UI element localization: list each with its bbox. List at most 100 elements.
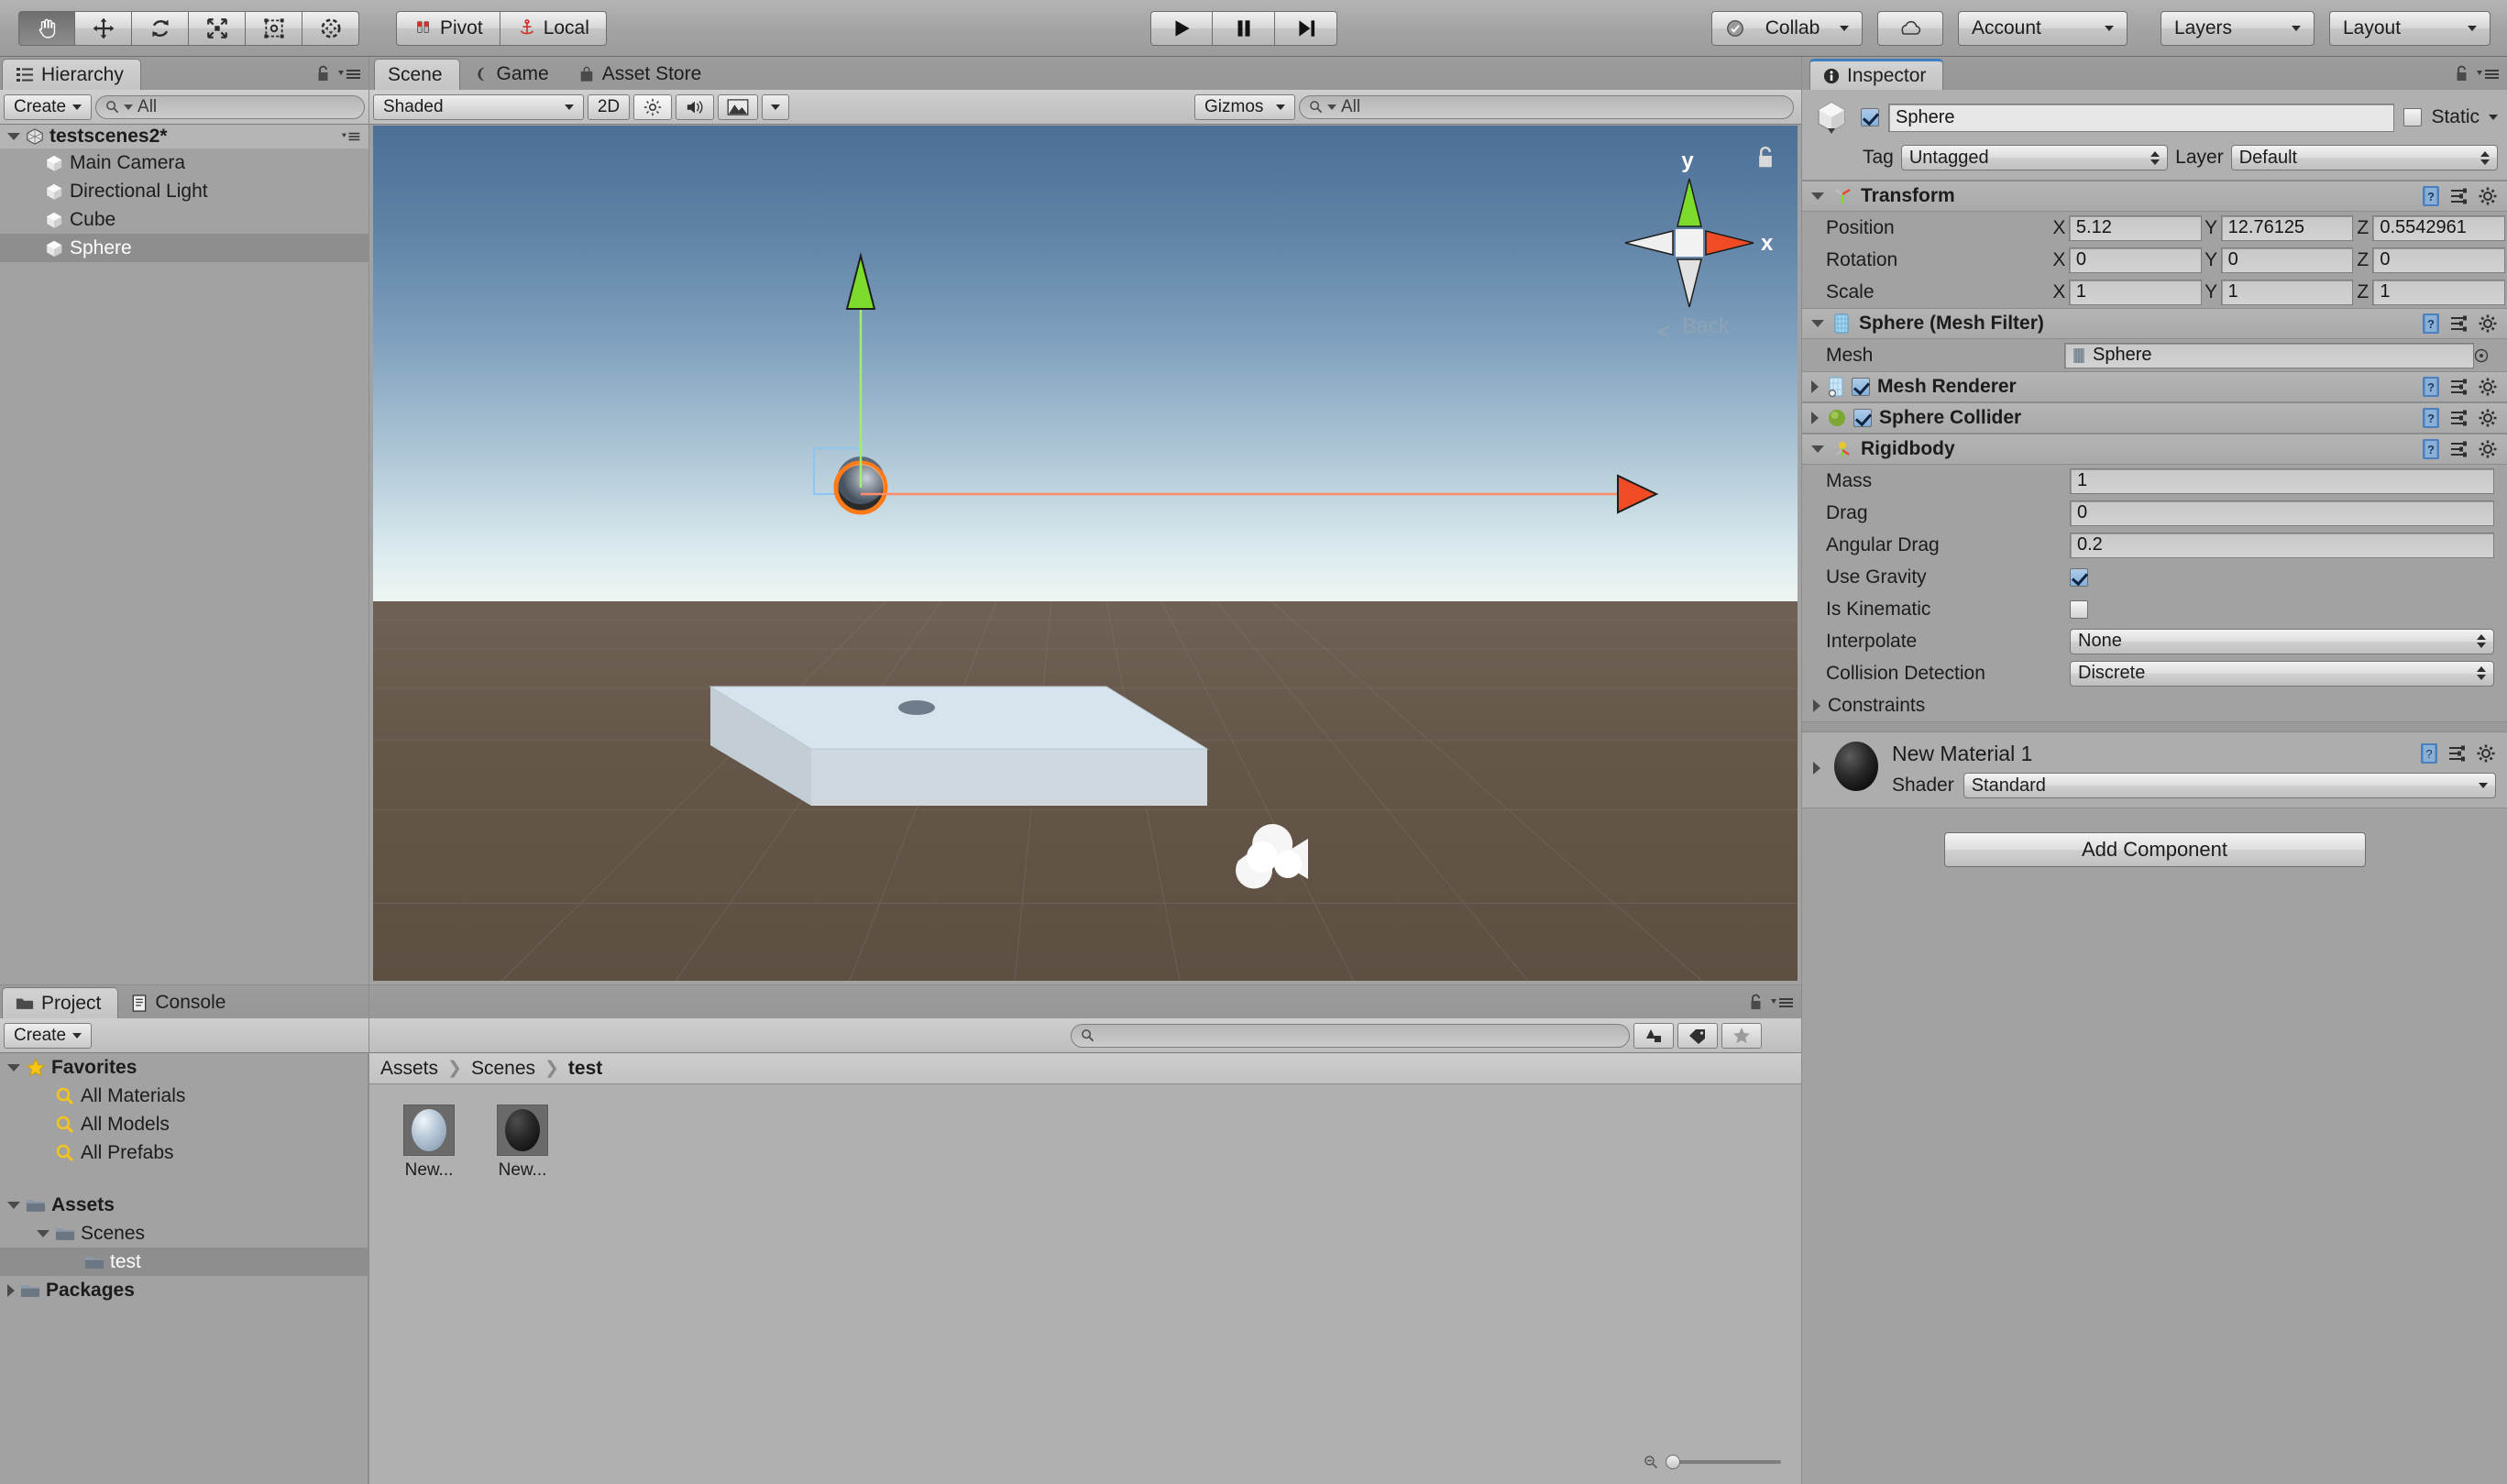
scene-search-input[interactable]: All: [1299, 94, 1794, 119]
gear-icon[interactable]: [2478, 408, 2498, 428]
lock-icon[interactable]: [2455, 65, 2469, 83]
transform-scale-z-input[interactable]: 1: [2372, 279, 2505, 305]
object-enabled-checkbox[interactable]: [1861, 108, 1879, 126]
scene-context-menu[interactable]: [341, 130, 368, 143]
project-tree-item[interactable]: All Prefabs: [0, 1138, 368, 1167]
step-button[interactable]: [1275, 10, 1337, 46]
scene-draw-mode-dropdown[interactable]: Shaded: [373, 93, 584, 120]
preset-icon[interactable]: [2449, 439, 2469, 459]
help-icon[interactable]: ?: [2421, 438, 2441, 460]
static-chevron-down-icon[interactable]: [2489, 115, 2498, 120]
expand-triangle-icon[interactable]: [1811, 445, 1824, 453]
splitter-right[interactable]: [1801, 57, 1802, 1484]
expand-triangle-icon[interactable]: [1813, 698, 1820, 712]
scene-lighting-toggle[interactable]: [633, 93, 672, 120]
project-tree-item[interactable]: test: [0, 1248, 368, 1276]
account-button[interactable]: Account: [1958, 10, 2128, 46]
play-button[interactable]: [1150, 10, 1213, 46]
expand-triangle-icon[interactable]: [1813, 762, 1820, 775]
use-gravity-checkbox[interactable]: [2070, 567, 2088, 587]
sphere-collider-enabled-checkbox[interactable]: [1853, 409, 1872, 427]
gear-icon[interactable]: [2476, 743, 2496, 764]
add-component-button[interactable]: Add Component: [1943, 832, 2366, 867]
project-tree-item[interactable]: All Models: [0, 1110, 368, 1138]
component-header-sphere-collider[interactable]: Sphere Collider ?: [1802, 402, 2507, 434]
hierarchy-search-input[interactable]: All: [95, 94, 365, 119]
mesh-object-field[interactable]: Sphere: [2064, 342, 2474, 368]
tab-game[interactable]: Game: [460, 59, 566, 90]
tab-project[interactable]: Project: [2, 987, 119, 1018]
breadcrumb-item-assets[interactable]: Assets: [380, 1058, 438, 1080]
collapse-triangle-icon[interactable]: [1811, 412, 1819, 424]
expand-triangle-icon[interactable]: [7, 133, 20, 140]
expand-triangle-icon[interactable]: [1811, 320, 1824, 327]
transform-scale-x-input[interactable]: 1: [2068, 279, 2202, 305]
component-header-rigidbody[interactable]: Rigidbody ?: [1802, 434, 2507, 465]
pause-button[interactable]: [1213, 10, 1275, 46]
transform-rotation-y-input[interactable]: 0: [2220, 247, 2354, 273]
preset-icon[interactable]: [2449, 408, 2469, 428]
transform-scale-y-input[interactable]: 1: [2220, 279, 2354, 305]
scene-lock-icon[interactable]: [1755, 146, 1776, 170]
component-header-transform[interactable]: Transform ?: [1802, 181, 2507, 212]
lock-icon[interactable]: [1749, 994, 1764, 1012]
drag-input[interactable]: 0: [2070, 500, 2494, 526]
hierarchy-item[interactable]: Cube: [0, 205, 368, 234]
help-icon[interactable]: ?: [2419, 742, 2439, 764]
expand-triangle-icon[interactable]: [1811, 192, 1824, 200]
rotate-tool-button[interactable]: [132, 10, 189, 46]
tab-scene[interactable]: Scene: [374, 59, 460, 90]
scene-axis-gizmo[interactable]: y x Back: [1598, 142, 1781, 344]
project-search-input[interactable]: [1071, 1023, 1631, 1048]
filter-by-type-button[interactable]: [1633, 1022, 1675, 1049]
scene-audio-toggle[interactable]: [676, 93, 714, 120]
help-icon[interactable]: ?: [2421, 185, 2441, 207]
mesh-renderer-enabled-checkbox[interactable]: [1852, 378, 1870, 396]
gear-icon[interactable]: [2478, 439, 2498, 459]
rigidbody-constraints-row[interactable]: Constraints: [1802, 689, 2507, 721]
transform-rotation-z-input[interactable]: 0: [2372, 247, 2505, 273]
tab-hierarchy[interactable]: Hierarchy: [2, 59, 141, 90]
expand-triangle-icon[interactable]: [7, 1063, 20, 1072]
collision-detection-dropdown[interactable]: Discrete: [2070, 660, 2494, 687]
asset-zoom-slider[interactable]: [1644, 1455, 1781, 1469]
zoom-slider-knob[interactable]: [1666, 1455, 1680, 1469]
preset-icon[interactable]: [2449, 377, 2469, 397]
gear-icon[interactable]: [2478, 313, 2498, 334]
scene-effects-toggle[interactable]: [718, 93, 758, 120]
asset-item[interactable]: New...: [393, 1105, 465, 1181]
collapse-triangle-icon[interactable]: [1811, 380, 1819, 393]
tab-console[interactable]: Console: [118, 987, 242, 1018]
project-create-button[interactable]: Create: [4, 1022, 93, 1049]
transform-tool-button[interactable]: [302, 10, 359, 46]
project-tree-item[interactable]: All Materials: [0, 1082, 368, 1110]
expand-triangle-icon[interactable]: [37, 1229, 49, 1237]
expand-triangle-icon[interactable]: [7, 1201, 20, 1209]
preset-icon[interactable]: [2449, 186, 2469, 206]
hierarchy-create-button[interactable]: Create: [4, 93, 93, 120]
move-gizmo[interactable]: [373, 126, 1798, 981]
breadcrumb-item-test[interactable]: test: [568, 1058, 602, 1080]
scene-gizmos-dropdown[interactable]: Gizmos: [1194, 93, 1295, 120]
tab-asset-store[interactable]: Asset Store: [566, 59, 719, 90]
transform-position-y-input[interactable]: 12.76125: [2220, 214, 2354, 241]
gear-icon[interactable]: [2478, 186, 2498, 206]
zoom-slider-track[interactable]: [1666, 1455, 1781, 1469]
lock-icon[interactable]: [316, 65, 331, 83]
project-tree-item[interactable]: Scenes: [0, 1219, 368, 1248]
hand-tool-button[interactable]: [18, 10, 75, 46]
hierarchy-item[interactable]: Directional Light: [0, 177, 368, 205]
hierarchy-item[interactable]: Main Camera: [0, 148, 368, 177]
panel-options-icon[interactable]: [337, 67, 361, 82]
transform-rotation-x-input[interactable]: 0: [2068, 247, 2202, 273]
angular-drag-input[interactable]: 0.2: [2070, 532, 2494, 558]
preset-icon[interactable]: [2449, 313, 2469, 334]
layout-button[interactable]: Layout: [2329, 10, 2491, 46]
cloud-button[interactable]: [1877, 10, 1943, 46]
shader-dropdown[interactable]: Standard: [1963, 773, 2496, 798]
mesh-picker-icon[interactable]: [2474, 348, 2498, 363]
scene-viewport[interactable]: y x Back: [373, 126, 1798, 981]
mass-input[interactable]: 1: [2070, 467, 2494, 494]
project-tree-item[interactable]: Packages: [0, 1276, 368, 1304]
help-icon[interactable]: ?: [2421, 376, 2441, 398]
